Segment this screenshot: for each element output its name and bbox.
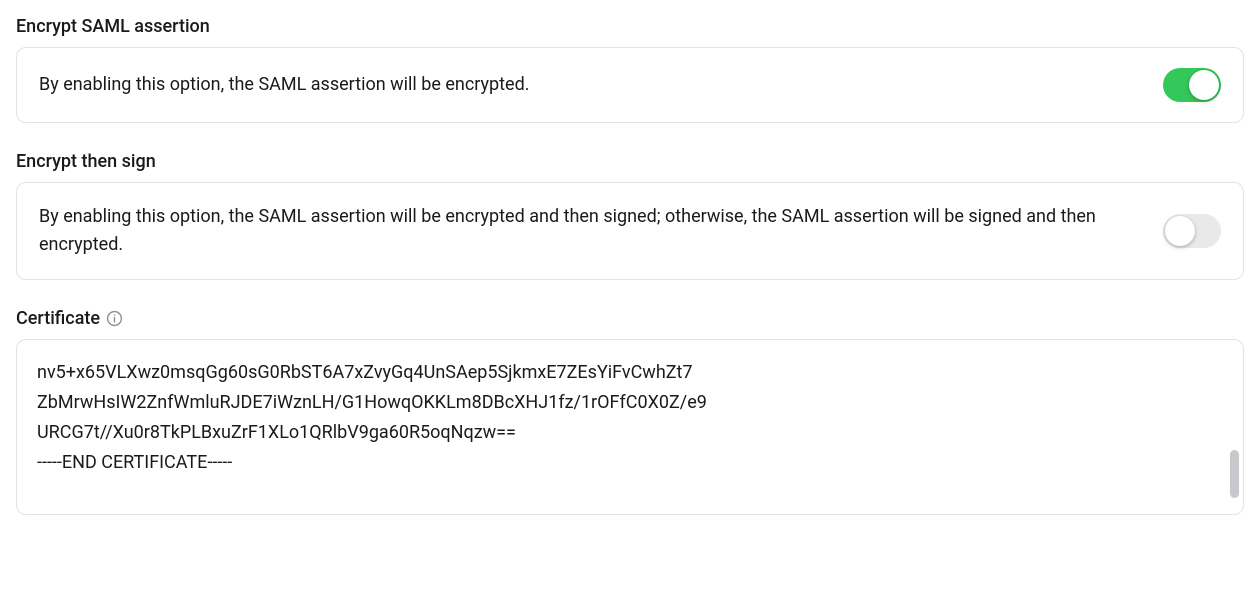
scrollbar-thumb[interactable] [1230,450,1239,498]
encrypt-saml-assertion-title: Encrypt SAML assertion [16,16,1244,37]
encrypt-then-sign-description: By enabling this option, the SAML assert… [39,203,1123,259]
certificate-section: Certificate nv5+x65VLXwz0msqGg60sG0RbST6… [16,308,1244,515]
toggle-knob [1189,70,1219,100]
certificate-textarea[interactable]: nv5+x65VLXwz0msqGg60sG0RbST6A7xZvyGq4UnS… [16,339,1244,515]
info-icon[interactable] [106,310,123,327]
encrypt-then-sign-card: By enabling this option, the SAML assert… [16,182,1244,280]
certificate-content: nv5+x65VLXwz0msqGg60sG0RbST6A7xZvyGq4UnS… [37,358,1223,479]
toggle-knob [1165,216,1195,246]
encrypt-then-sign-toggle[interactable] [1163,214,1221,248]
encrypt-saml-assertion-toggle[interactable] [1163,68,1221,102]
encrypt-then-sign-title: Encrypt then sign [16,151,1244,172]
encrypt-saml-assertion-description: By enabling this option, the SAML assert… [39,71,1123,99]
encrypt-then-sign-section: Encrypt then sign By enabling this optio… [16,151,1244,280]
certificate-title: Certificate [16,308,100,329]
encrypt-saml-assertion-card: By enabling this option, the SAML assert… [16,47,1244,123]
certificate-title-row: Certificate [16,308,1244,329]
encrypt-saml-assertion-section: Encrypt SAML assertion By enabling this … [16,16,1244,123]
